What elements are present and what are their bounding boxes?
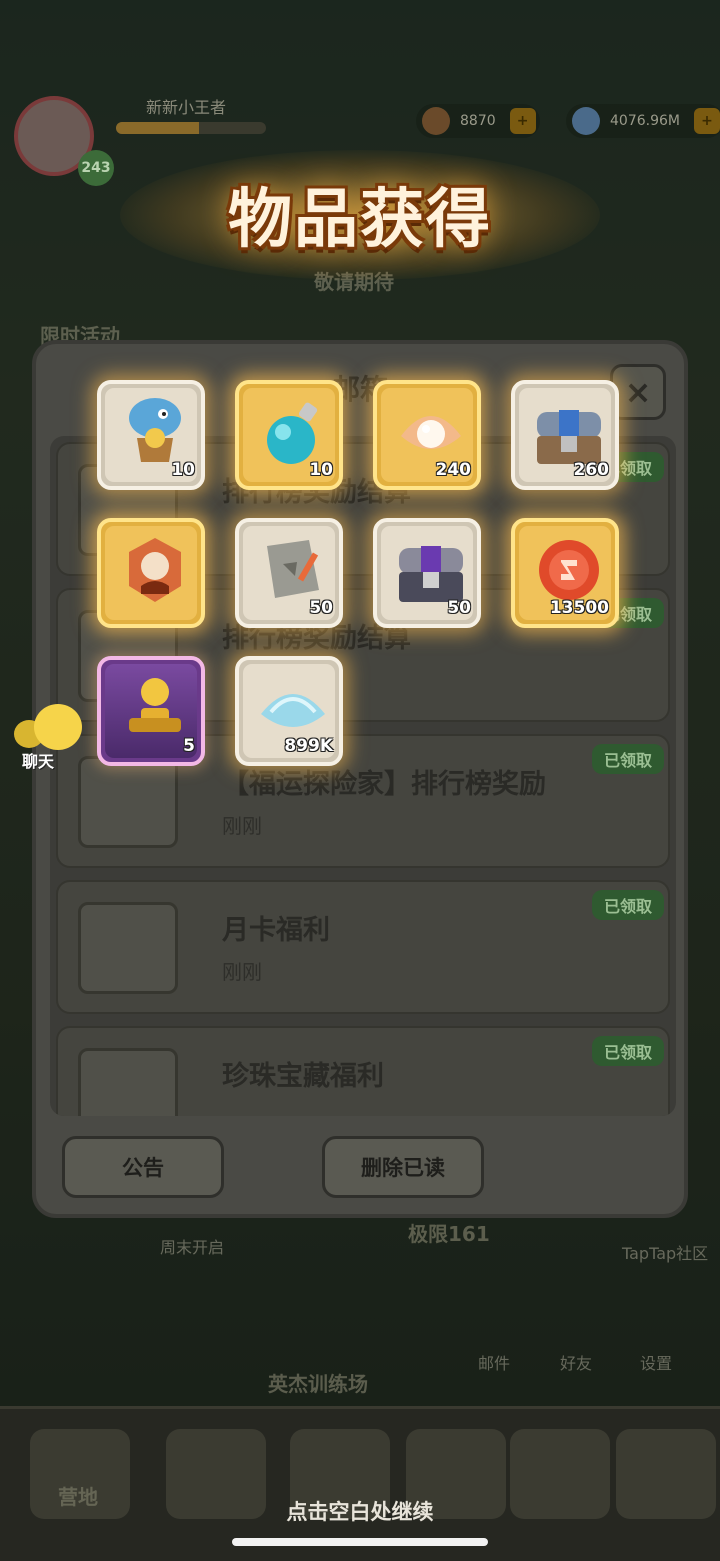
settings-shortcut-label: 设置 [640,1354,673,1373]
mail-title: 月卡福利 [222,915,330,946]
delete-read-button: 删除已读 [322,1136,484,1198]
reward-quantity: 240 [435,460,472,480]
training-label: 英杰训练场 [268,1372,368,1396]
resource-crystal: 4076.96M + [566,104,720,138]
weekend-label: 周末开启 [160,1238,225,1257]
player-name: 新新小王者 [146,98,227,117]
reward-quantity: 10 [309,460,333,480]
reward-quantity: 260 [573,460,610,480]
items-obtained-title: 物品获得 [228,183,492,257]
mail-chest-icon [78,902,178,994]
resource-gem-pouch: 8870 + [416,104,540,138]
mail-item: 珍珠宝藏福利 已领取 [56,1026,670,1116]
mail-shortcut-label: 邮件 [478,1354,511,1373]
reward-item-cell[interactable]: 5 [97,656,205,766]
experience-bar [116,122,266,134]
resource-value: 4076.96M [610,113,680,129]
smiley-icon [34,704,82,750]
reward-item-cell[interactable]: 899K [235,656,343,766]
add-crystals-button: + [693,108,720,134]
mail-title: 【福运探险家】排行榜奖励 [222,769,546,800]
friends-shortcut-label: 好友 [560,1354,593,1373]
reward-item-cell[interactable]: 240 [373,380,481,490]
tap-label: TapTap社区 [622,1244,709,1263]
mail-chest-icon [78,756,178,848]
reward-item-cell[interactable]: 10 [97,380,205,490]
reward-quantity: 13500 [549,598,609,618]
mail-chest-icon [78,1048,178,1116]
home-indicator[interactable] [232,1538,488,1546]
reward-item-cell[interactable]: 260 [511,380,619,490]
add-gems-button: + [509,108,536,134]
mail-item: 月卡福利 刚刚 已领取 [56,880,670,1014]
tap-to-continue-hint[interactable]: 点击空白处继续 [0,1496,720,1526]
mail-time: 刚刚 [222,960,262,984]
reward-quantity: 50 [447,598,471,618]
reward-quantity: 899K [284,736,333,756]
limit-label: 极限161 [408,1222,490,1246]
reward-quantity: 10 [171,460,195,480]
reward-quantity: 5 [183,736,195,756]
crystal-icon [572,107,600,135]
resource-value: 8870 [460,113,496,129]
claimed-badge: 已领取 [591,1036,664,1066]
claimed-badge: 已领取 [591,890,664,920]
hero-portrait-medal-icon [129,538,181,602]
reward-item-cell[interactable]: 50 [373,518,481,628]
claimed-badge: 已领取 [591,744,664,774]
chat-label: 聊天 [22,752,55,771]
reward-item-cell[interactable]: 10 [235,380,343,490]
reward-quantity: 50 [309,598,333,618]
mail-title: 珍珠宝藏福利 [222,1061,384,1092]
reward-item-cell[interactable]: 13500 [511,518,619,628]
reward-item-cell[interactable]: 50 [235,518,343,628]
reward-item-cell[interactable] [97,518,205,628]
announcement-button: 公告 [62,1136,224,1198]
gem-pouch-icon [422,107,450,135]
mail-time: 刚刚 [222,814,262,838]
chat-button[interactable]: 聊天 [8,704,84,771]
